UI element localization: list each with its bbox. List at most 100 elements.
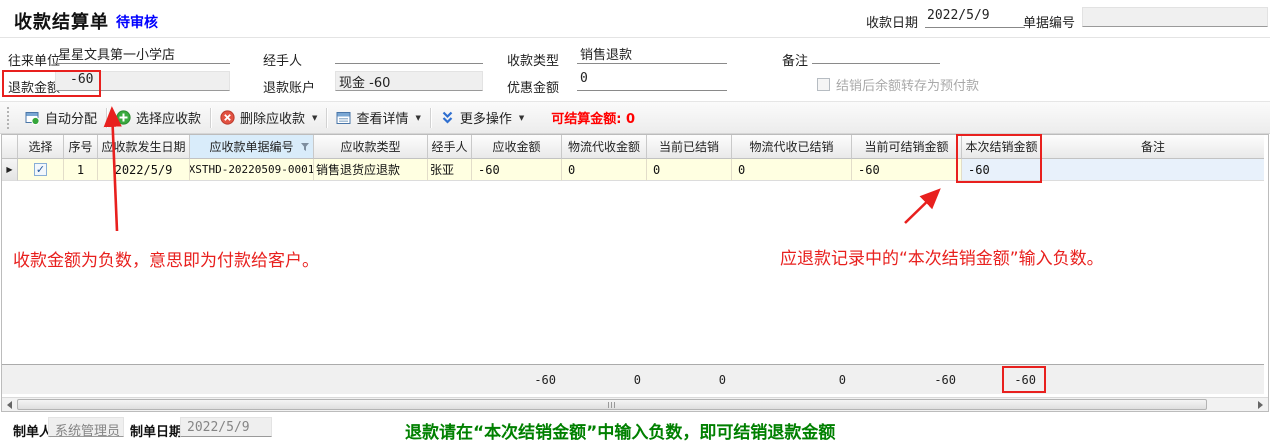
cell-doc-no: XSTHD-20220509-0001 xyxy=(190,159,314,181)
status-badge: 待审核 xyxy=(116,12,158,32)
receipt-settlement-window: 收款结算单 待审核 收款日期 2022/5/9 单据编号 往来单位 星星文具第一… xyxy=(0,0,1270,445)
checkbox-unchecked-icon xyxy=(817,78,830,91)
toolbar-grip-icon xyxy=(7,107,10,129)
col-header-logistics-amount[interactable]: 物流代收金额 xyxy=(562,135,647,159)
col-header-amount[interactable]: 应收金额 xyxy=(472,135,562,159)
grid-toolbar: 自动分配 选择应收款 删除应收款 ▼ xyxy=(0,101,1270,134)
col-header-doc-no-label: 应收款单据编号 xyxy=(209,138,293,155)
summary-current-settle: -60 xyxy=(962,365,1042,395)
col-header-type[interactable]: 应收款类型 xyxy=(314,135,428,159)
cell-current-settle[interactable]: -60 xyxy=(962,159,1042,181)
refund-amount-field[interactable]: -60 xyxy=(55,71,230,91)
table-row: ▶ ✓ 1 2022/5/9 XSTHD-20220509-0001 销售退货应… xyxy=(2,159,1264,181)
summary-row: -60 0 0 0 -60 -60 xyxy=(2,364,1264,394)
cell-type: 销售退货应退款 xyxy=(314,159,428,181)
transfer-prepayment-checkbox[interactable]: 结销后余额转存为预付款 xyxy=(817,75,979,94)
form-section: 往来单位 星星文具第一小学店 经手人 收款类型 销售退款 备注 退款金额 -60… xyxy=(0,38,1270,100)
receipt-type-field[interactable]: 销售退款 xyxy=(577,44,727,64)
row-selector-icon: ▶ xyxy=(6,165,12,174)
remark-field[interactable] xyxy=(812,44,940,64)
col-header-current-settle[interactable]: 本次结销金额 xyxy=(962,135,1042,159)
scroll-right-arrow-icon[interactable] xyxy=(1254,398,1268,411)
row-select-cell[interactable]: ✓ xyxy=(18,159,64,181)
view-details-button[interactable]: 查看详情 ▼ xyxy=(327,104,429,131)
col-header-doc-no[interactable]: 应收款单据编号 xyxy=(190,135,314,159)
discount-label: 优惠金额 xyxy=(507,77,559,96)
auto-assign-button[interactable]: 自动分配 xyxy=(16,104,106,131)
summary-logistics-settled: 0 xyxy=(732,365,852,395)
refund-hint-text: 退款请在“本次结销金额”中输入负数，即可结销退款金额 xyxy=(405,418,835,443)
create-date-field: 2022/5/9 xyxy=(180,417,272,437)
settleable-amount-text: 可结算金额: 0 xyxy=(551,108,635,127)
receivables-grid: 选择 序号 应收款发生日期 应收款单据编号 应收款类型 经手人 应收金额 物流代… xyxy=(1,134,1269,412)
row-selector-cell[interactable]: ▶ xyxy=(2,159,18,181)
annotation-left-text: 收款金额为负数，意思即为付款给客户。 xyxy=(13,246,319,271)
creator-field: 系统管理员 xyxy=(48,417,124,437)
col-header-handler[interactable]: 经手人 xyxy=(428,135,472,159)
scrollbar-grip-icon xyxy=(608,402,617,408)
col-header-settled[interactable]: 当前已结销 xyxy=(647,135,732,159)
cell-remark[interactable] xyxy=(1042,159,1264,181)
receipt-date-label: 收款日期 xyxy=(866,12,918,31)
more-actions-label: 更多操作 xyxy=(460,108,512,127)
double-chevron-down-icon xyxy=(440,110,455,125)
col-header-date[interactable]: 应收款发生日期 xyxy=(98,135,190,159)
receipt-date-field[interactable]: 2022/5/9 xyxy=(925,8,1025,28)
refund-account-label: 退款账户 xyxy=(263,77,315,96)
cell-date: 2022/5/9 xyxy=(98,159,190,181)
cell-available: -60 xyxy=(852,159,962,181)
col-header-remark[interactable]: 备注 xyxy=(1042,135,1264,159)
select-receivable-label: 选择应收款 xyxy=(136,108,201,127)
footer-bar: 制单人 系统管理员 制单日期 2022/5/9 退款请在“本次结销金额”中输入负… xyxy=(0,415,1270,445)
col-header-logistics-settled[interactable]: 物流代收已结销 xyxy=(732,135,852,159)
partner-field[interactable]: 星星文具第一小学店 xyxy=(55,44,230,64)
col-header-seq[interactable]: 序号 xyxy=(64,135,98,159)
refund-account-field[interactable]: 现金 -60 xyxy=(335,71,483,91)
horizontal-scrollbar[interactable] xyxy=(2,397,1268,411)
delete-circle-icon xyxy=(220,110,235,125)
cell-handler: 张亚 xyxy=(428,159,472,181)
details-panel-icon xyxy=(336,111,351,125)
scrollbar-thumb[interactable] xyxy=(17,399,1207,410)
cell-amount: -60 xyxy=(472,159,562,181)
handler-field[interactable] xyxy=(335,44,483,64)
checkbox-checked-icon: ✓ xyxy=(34,163,47,176)
page-title: 收款结算单 xyxy=(14,8,109,34)
more-actions-button[interactable]: 更多操作 ▼ xyxy=(431,104,533,131)
cell-logistics-settled: 0 xyxy=(732,159,852,181)
summary-spacer xyxy=(2,365,472,395)
transfer-prepayment-label: 结销后余额转存为预付款 xyxy=(836,75,979,94)
table-header-row: 选择 序号 应收款发生日期 应收款单据编号 应收款类型 经手人 应收金额 物流代… xyxy=(2,135,1264,159)
partner-label: 往来单位 xyxy=(8,50,60,69)
creator-label: 制单人 xyxy=(13,421,52,440)
scroll-left-arrow-icon[interactable] xyxy=(2,398,16,411)
doc-no-field[interactable] xyxy=(1082,7,1268,27)
refund-amount-label: 退款金额 xyxy=(8,77,60,96)
auto-assign-icon xyxy=(25,111,40,125)
create-date-label: 制单日期 xyxy=(130,421,182,440)
auto-assign-label: 自动分配 xyxy=(45,108,97,127)
col-header-select[interactable]: 选择 xyxy=(18,135,64,159)
delete-receivable-button[interactable]: 删除应收款 ▼ xyxy=(211,104,326,131)
dropdown-arrow-icon: ▼ xyxy=(519,114,524,122)
dropdown-arrow-icon: ▼ xyxy=(312,114,317,122)
summary-amount: -60 xyxy=(472,365,562,395)
col-header-available[interactable]: 当前可结销金额 xyxy=(852,135,962,159)
summary-settled: 0 xyxy=(647,365,732,395)
add-circle-icon xyxy=(116,110,131,125)
filter-icon[interactable] xyxy=(300,142,310,152)
delete-receivable-label: 删除应收款 xyxy=(240,108,305,127)
summary-logistics-amount: 0 xyxy=(562,365,647,395)
summary-remark xyxy=(1042,365,1264,395)
cell-logistics-amount: 0 xyxy=(562,159,647,181)
cell-settled: 0 xyxy=(647,159,732,181)
discount-field[interactable]: 0 xyxy=(577,71,727,91)
cell-seq: 1 xyxy=(64,159,98,181)
select-receivable-button[interactable]: 选择应收款 xyxy=(107,104,210,131)
receipt-type-label: 收款类型 xyxy=(507,50,559,69)
dropdown-arrow-icon: ▼ xyxy=(415,114,420,122)
title-bar: 收款结算单 待审核 收款日期 2022/5/9 单据编号 xyxy=(0,0,1270,38)
annotation-right-text: 应退款记录中的“本次结销金额”输入负数。 xyxy=(780,244,1104,269)
row-selector-header xyxy=(2,135,18,159)
doc-no-label: 单据编号 xyxy=(1023,12,1075,31)
